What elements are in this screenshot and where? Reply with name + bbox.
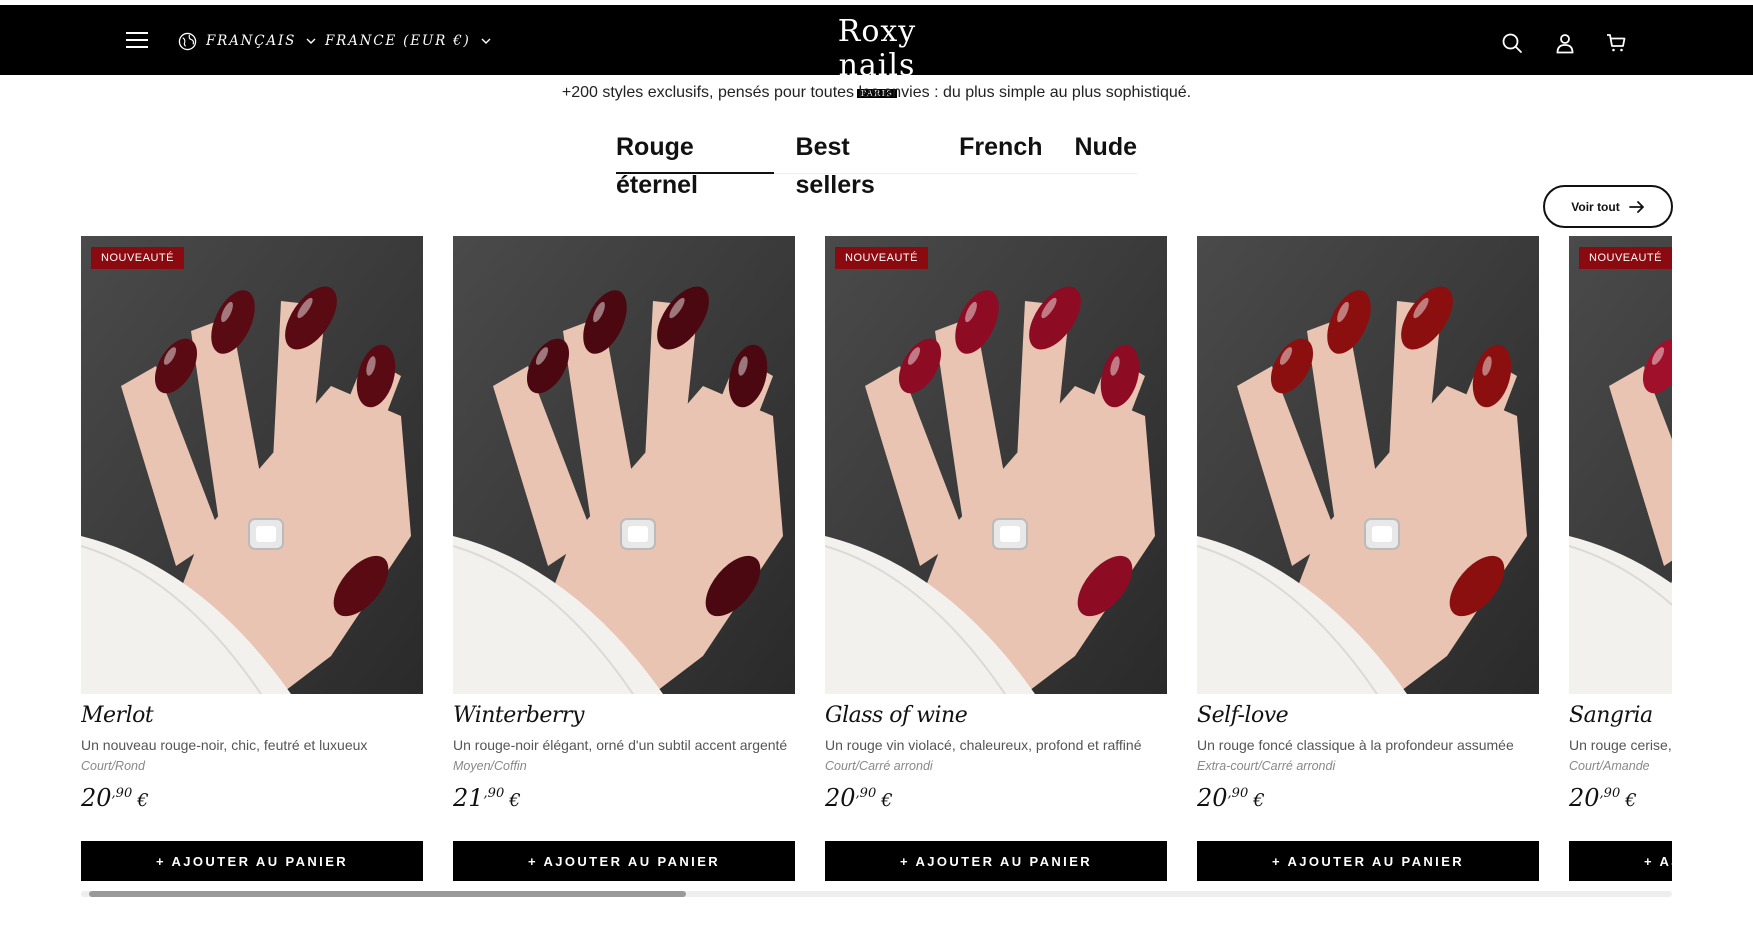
language-selector[interactable]: FRANÇAIS bbox=[178, 30, 316, 52]
product-price: 20,90 € bbox=[81, 779, 423, 816]
product-shape: Court/Carré arrondi bbox=[825, 759, 933, 773]
hand-nails-photo bbox=[1197, 236, 1539, 694]
new-badge: NOUVEAUTÉ bbox=[835, 247, 928, 269]
price-decimal: ,90 bbox=[1599, 786, 1621, 801]
hand-nails-photo bbox=[81, 236, 423, 694]
search-icon[interactable] bbox=[1501, 32, 1523, 54]
product-card[interactable]: NOUVEAUTÉ Sangria Un rouge cerise, lumineu… bbox=[1569, 236, 1672, 881]
price-decimal: ,90 bbox=[1227, 786, 1249, 801]
hand-nails-photo bbox=[825, 236, 1167, 694]
product-description: Un rouge cerise, lumineux, aux reflets é… bbox=[1569, 737, 1672, 753]
add-to-cart-button[interactable]: + AJOUTER AU PANIER bbox=[1569, 841, 1672, 881]
product-shape: Moyen/Coffin bbox=[453, 759, 527, 773]
price-integer: 20 bbox=[1569, 784, 1600, 812]
product-name[interactable]: Glass of wine bbox=[825, 702, 1167, 730]
product-shape: Court/Amande bbox=[1569, 759, 1650, 773]
price-decimal: ,90 bbox=[483, 786, 505, 801]
price-integer: 20 bbox=[81, 784, 112, 812]
tab-french[interactable]: French bbox=[959, 128, 1042, 174]
price-decimal: ,90 bbox=[111, 786, 133, 801]
view-all-label: Voir tout bbox=[1571, 199, 1620, 214]
price-integer: 20 bbox=[825, 784, 856, 812]
tab-nude[interactable]: Nude bbox=[1075, 128, 1138, 174]
site-header: FRANÇAIS FRANCE (EUR €) Roxy nails PARIS bbox=[0, 5, 1753, 98]
carousel-scrollbar[interactable] bbox=[81, 891, 1672, 897]
new-badge: NOUVEAUTÉ bbox=[91, 247, 184, 269]
price-decimal: ,90 bbox=[855, 786, 877, 801]
language-label: FRANÇAIS bbox=[206, 33, 297, 49]
product-description: Un nouveau rouge-noir, chic, feutré et l… bbox=[81, 737, 368, 753]
price-integer: 21 bbox=[453, 784, 484, 812]
product-description: Un rouge foncé classique à la profondeur… bbox=[1197, 737, 1514, 753]
chevron-down-icon bbox=[481, 38, 491, 44]
product-carousel[interactable]: NOUVEAUTÉ Merlot Un nouveau rouge-noir, ch… bbox=[81, 236, 1672, 892]
tab-rouge-eternel[interactable]: Rouge éternel bbox=[616, 128, 774, 199]
product-card[interactable]: Self-love Un rouge foncé classique à la p… bbox=[1197, 236, 1539, 881]
product-image[interactable]: NOUVEAUTÉ bbox=[1569, 236, 1672, 694]
add-to-cart-button[interactable]: + AJOUTER AU PANIER bbox=[453, 841, 795, 881]
product-name[interactable]: Winterberry bbox=[453, 702, 795, 730]
product-image[interactable]: NOUVEAUTÉ bbox=[825, 236, 1167, 694]
hand-nails-photo bbox=[453, 236, 795, 694]
product-image[interactable] bbox=[1197, 236, 1539, 694]
product-price: 20,90 € bbox=[1197, 779, 1539, 816]
menu-icon[interactable] bbox=[126, 31, 148, 49]
cart-icon[interactable] bbox=[1605, 32, 1627, 54]
product-name[interactable]: Self-love bbox=[1197, 702, 1539, 730]
product-description: Un rouge-noir élégant, orné d'un subtil … bbox=[453, 737, 788, 753]
price-currency: € bbox=[1253, 790, 1265, 811]
product-image[interactable] bbox=[453, 236, 795, 694]
price-currency: € bbox=[137, 790, 149, 811]
price-currency: € bbox=[1625, 790, 1637, 811]
tab-best-sellers[interactable]: Best sellers bbox=[796, 128, 928, 199]
logo-wordmark: Roxy nails bbox=[837, 14, 917, 83]
section-subtitle: +200 styles exclusifs, pensés pour toute… bbox=[561, 84, 1192, 101]
price-integer: 20 bbox=[1197, 784, 1228, 812]
price-currency: € bbox=[509, 790, 521, 811]
logo[interactable]: Roxy nails PARIS bbox=[797, 15, 957, 98]
product-shape: Court/Rond bbox=[81, 759, 145, 773]
scrollbar-thumb[interactable] bbox=[89, 891, 686, 897]
new-badge: NOUVEAUTÉ bbox=[1579, 247, 1672, 269]
chevron-down-icon bbox=[306, 38, 316, 44]
product-name[interactable]: Merlot bbox=[81, 702, 423, 730]
add-to-cart-button[interactable]: + AJOUTER AU PANIER bbox=[81, 841, 423, 881]
product-shape: Extra-court/Carré arrondi bbox=[1197, 759, 1336, 773]
product-card[interactable]: Winterberry Un rouge-noir élégant, orné d… bbox=[453, 236, 795, 881]
arrow-right-icon bbox=[1628, 200, 1644, 213]
add-to-cart-button[interactable]: + AJOUTER AU PANIER bbox=[1197, 841, 1539, 881]
country-label: FRANCE (EUR €) bbox=[325, 33, 471, 49]
product-price: 20,90 € bbox=[1569, 779, 1672, 816]
account-icon[interactable] bbox=[1554, 32, 1576, 54]
product-image[interactable]: NOUVEAUTÉ bbox=[81, 236, 423, 694]
collection-tabs: Rouge éternel Best sellers French Nude bbox=[616, 128, 1138, 199]
view-all-button[interactable]: Voir tout bbox=[1543, 185, 1673, 228]
price-currency: € bbox=[881, 790, 893, 811]
country-selector[interactable]: FRANCE (EUR €) bbox=[325, 30, 491, 52]
product-card[interactable]: NOUVEAUTÉ Glass of wine Un rouge vin viola… bbox=[825, 236, 1167, 881]
globe-icon bbox=[178, 32, 197, 50]
product-card[interactable]: NOUVEAUTÉ Merlot Un nouveau rouge-noir, ch… bbox=[81, 236, 423, 881]
product-price: 21,90 € bbox=[453, 779, 795, 816]
hand-nails-photo bbox=[1569, 236, 1672, 694]
product-price: 20,90 € bbox=[825, 779, 1167, 816]
product-name[interactable]: Sangria bbox=[1569, 702, 1672, 730]
add-to-cart-button[interactable]: + AJOUTER AU PANIER bbox=[825, 841, 1167, 881]
product-description: Un rouge vin violacé, chaleureux, profon… bbox=[825, 737, 1142, 753]
